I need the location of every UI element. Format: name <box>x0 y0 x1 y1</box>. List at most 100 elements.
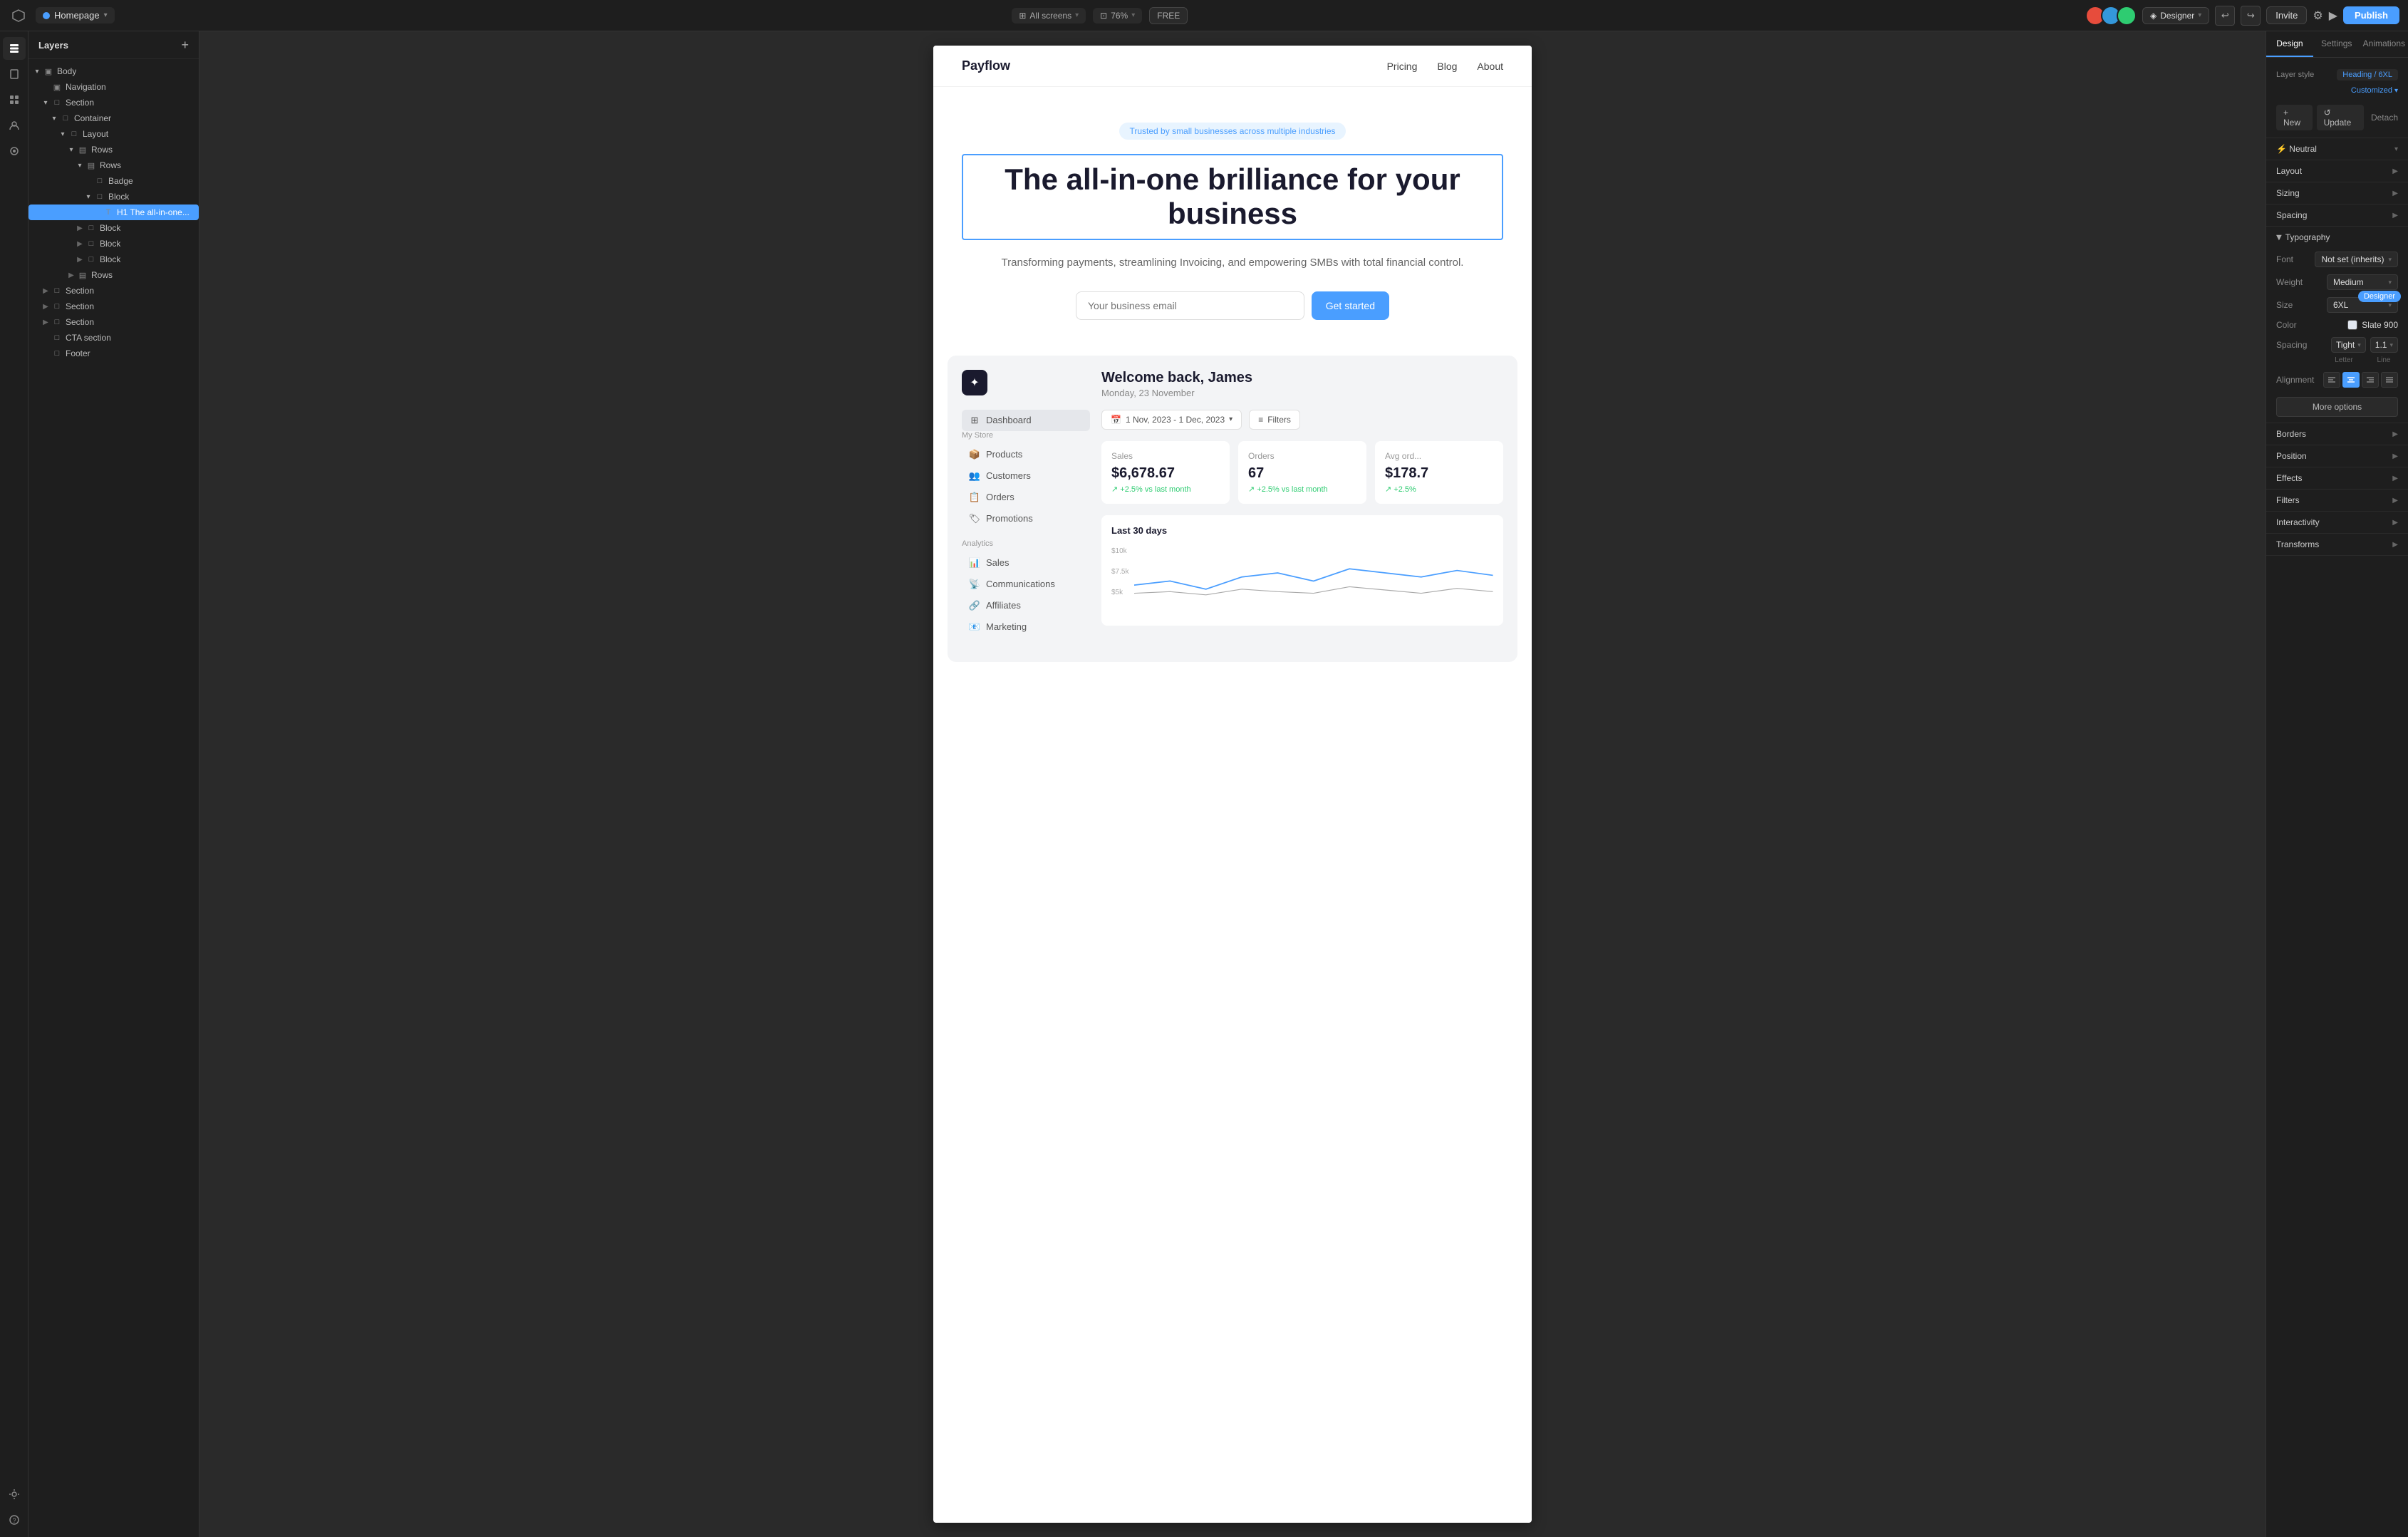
dash-menu-orders[interactable]: 📋 Orders <box>962 487 1090 508</box>
layers-icon[interactable] <box>3 37 26 60</box>
layer-item-section2[interactable]: ▶□Section <box>28 283 199 299</box>
dash-menu-dashboard[interactable]: ⊞ Dashboard <box>962 410 1090 431</box>
layer-item-section1[interactable]: ▾□Section <box>28 95 199 110</box>
layer-item-block1[interactable]: ▾□Block <box>28 189 199 205</box>
layer-item-section3[interactable]: ▶□Section <box>28 299 199 314</box>
layer-item-block2[interactable]: ▶□Block <box>28 220 199 236</box>
position-header[interactable]: Position ▶ <box>2266 445 2408 467</box>
layer-item-badge[interactable]: □Badge <box>28 173 199 189</box>
size-value: 6XL <box>2333 300 2348 310</box>
nav-link-blog[interactable]: Blog <box>1437 61 1457 72</box>
undo-button[interactable]: ↩ <box>2215 6 2235 26</box>
nav-link-about[interactable]: About <box>1477 61 1503 72</box>
components-icon[interactable] <box>3 88 26 111</box>
layer-item-rows2[interactable]: ▾▤Rows <box>28 157 199 173</box>
update-button[interactable]: ↺ Update <box>2317 105 2364 130</box>
align-left-button[interactable] <box>2323 372 2340 388</box>
app-logo[interactable] <box>9 6 28 26</box>
layer-item-container[interactable]: ▾□Container <box>28 110 199 126</box>
layer-item-navigation[interactable]: ▣Navigation <box>28 79 199 95</box>
layer-item-cta[interactable]: □CTA section <box>28 330 199 346</box>
layer-item-body[interactable]: ▾▣Body <box>28 63 199 79</box>
weight-value: Medium <box>2333 277 2364 287</box>
dash-menu-marketing[interactable]: 📧 Marketing <box>962 616 1090 638</box>
settings-sidebar-icon[interactable] <box>3 1483 26 1506</box>
spacing-section-header[interactable]: Spacing ▶ <box>2266 205 2408 226</box>
stat-orders-change: ↗ +2.5% vs last month <box>1248 485 1356 494</box>
layers-list: ▾▣Body▣Navigation▾□Section▾□Container▾□L… <box>28 59 199 1537</box>
layer-item-footer[interactable]: □Footer <box>28 346 199 361</box>
tab-settings[interactable]: Settings <box>2313 31 2360 57</box>
detach-button[interactable]: Detach <box>2371 113 2398 123</box>
filters-button[interactable]: ≡ Filters <box>1249 410 1300 430</box>
calendar-icon: 📅 <box>1111 415 1121 425</box>
borders-header[interactable]: Borders ▶ <box>2266 423 2408 445</box>
canvas-area[interactable]: Payflow Pricing Blog About Trusted by sm… <box>199 31 2266 1537</box>
designer-selector[interactable]: ◈ Designer ▾ <box>2142 7 2209 24</box>
dash-menu-customers[interactable]: 👥 Customers <box>962 465 1090 487</box>
more-options-button[interactable]: More options <box>2276 397 2398 417</box>
transforms-header[interactable]: Transforms ▶ <box>2266 534 2408 555</box>
hero-email-input[interactable] <box>1076 291 1304 320</box>
dashboard-sidebar: ✦ ⊞ Dashboard My Store 📦 Products 👥 <box>962 370 1090 648</box>
invite-button[interactable]: Invite <box>2266 6 2307 24</box>
stat-orders: Orders 67 ↗ +2.5% vs last month <box>1238 441 1366 504</box>
font-selector[interactable]: Not set (inherits) ▾ <box>2315 252 2398 267</box>
layer-style-value[interactable]: Heading / 6XL <box>2337 69 2398 81</box>
settings-icon-btn[interactable]: ⚙ <box>2313 9 2323 23</box>
play-icon-btn[interactable]: ▶ <box>2329 9 2337 23</box>
users-icon[interactable] <box>3 114 26 137</box>
color-selector[interactable]: Slate 900 <box>2347 320 2398 330</box>
hero-heading[interactable]: The all-in-one brilliance for your busin… <box>962 154 1503 240</box>
customized-badge[interactable]: Customized <box>2351 86 2392 95</box>
date-range-filter[interactable]: 📅 1 Nov, 2023 - 1 Dec, 2023 ▾ <box>1101 410 1242 430</box>
layer-item-rows1[interactable]: ▾▤Rows <box>28 142 199 157</box>
layers-panel: Layers + ▾▣Body▣Navigation▾□Section▾□Con… <box>28 31 199 1537</box>
publish-button[interactable]: Publish <box>2343 6 2399 24</box>
layer-item-section4[interactable]: ▶□Section <box>28 314 199 330</box>
layers-add-button[interactable]: + <box>181 38 189 51</box>
dash-menu-sales[interactable]: 📊 Sales <box>962 552 1090 574</box>
nav-link-pricing[interactable]: Pricing <box>1387 61 1418 72</box>
sizing-section-header[interactable]: Sizing ▶ <box>2266 182 2408 204</box>
section-interactivity: Interactivity ▶ <box>2266 512 2408 534</box>
typography-spacing-label: Spacing <box>2276 340 2307 350</box>
layer-item-rows3[interactable]: ▶▤Rows <box>28 267 199 283</box>
dash-menu-promotions[interactable]: 🏷 Promotions <box>962 508 1090 529</box>
dash-menu-affiliates[interactable]: 🔗 Affiliates <box>962 595 1090 616</box>
effects-header[interactable]: Effects ▶ <box>2266 467 2408 489</box>
line-height-field[interactable]: 1.1 ▾ <box>2370 337 2398 353</box>
layer-name-section1: Section <box>66 98 94 108</box>
layer-item-h1[interactable]: TH1 The all-in-one... <box>28 205 199 220</box>
layer-item-layout[interactable]: ▾□Layout <box>28 126 199 142</box>
pages-icon[interactable] <box>3 63 26 86</box>
typography-arrow: ◀ <box>2275 234 2283 240</box>
plan-badge[interactable]: FREE <box>1149 7 1188 24</box>
dash-menu-communications[interactable]: 📡 Communications <box>962 574 1090 595</box>
align-right-button[interactable] <box>2362 372 2379 388</box>
redo-button[interactable]: ↪ <box>2241 6 2261 26</box>
screens-selector[interactable]: ⊞ All screens ▾ <box>1012 8 1086 24</box>
layer-item-block3[interactable]: ▶□Block <box>28 236 199 252</box>
new-button[interactable]: + New <box>2276 105 2313 130</box>
layer-item-block4[interactable]: ▶□Block <box>28 252 199 267</box>
hero-cta-button[interactable]: Get started <box>1312 291 1389 320</box>
tab-design[interactable]: Design <box>2266 31 2313 57</box>
interactivity-header[interactable]: Interactivity ▶ <box>2266 512 2408 533</box>
typography-header[interactable]: ◀ Typography <box>2266 227 2408 248</box>
align-justify-button[interactable] <box>2381 372 2398 388</box>
tab-animations[interactable]: Animations <box>2360 31 2408 57</box>
dashboard-icon: ⊞ <box>969 415 980 426</box>
align-center-button[interactable] <box>2342 372 2360 388</box>
help-icon[interactable]: ? <box>3 1508 26 1531</box>
letter-spacing-field[interactable]: Tight ▾ <box>2331 337 2366 353</box>
zoom-selector[interactable]: ⊡ 76% ▾ <box>1093 8 1142 24</box>
page-selector[interactable]: Homepage ▾ <box>36 7 115 24</box>
layout-section-header[interactable]: Layout ▶ <box>2266 160 2408 182</box>
filters-header[interactable]: Filters ▶ <box>2266 490 2408 511</box>
layer-name-block4: Block <box>100 254 120 264</box>
weight-selector[interactable]: Medium ▾ <box>2327 274 2398 290</box>
dash-menu-products[interactable]: 📦 Products <box>962 444 1090 465</box>
assets-icon[interactable] <box>3 140 26 162</box>
layer-arrow-container: ▾ <box>48 115 60 123</box>
